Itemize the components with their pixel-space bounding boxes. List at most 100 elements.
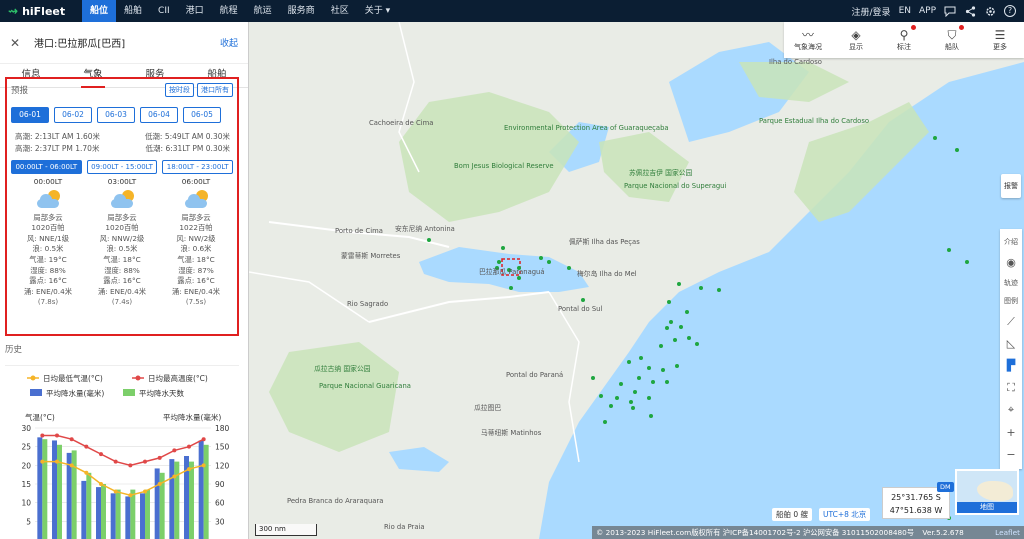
- map-canvas: [249, 22, 1024, 539]
- ship-marker[interactable]: [661, 368, 665, 372]
- ship-marker[interactable]: [427, 238, 431, 242]
- map-label: Parque Nacional do Superagui: [624, 182, 727, 190]
- share-icon[interactable]: [964, 5, 976, 17]
- track-tool[interactable]: 轨迹: [1004, 278, 1018, 288]
- ship-marker[interactable]: [501, 246, 505, 250]
- ship-marker[interactable]: [673, 338, 677, 342]
- app-link[interactable]: APP: [919, 6, 936, 16]
- annotate-tool[interactable]: ⚲ 标注: [880, 22, 928, 58]
- nav-item-port[interactable]: 港口: [178, 0, 212, 22]
- date-tab[interactable]: 06-01: [11, 107, 49, 123]
- ship-marker[interactable]: [631, 406, 635, 410]
- ship-marker[interactable]: [539, 256, 543, 260]
- nav-item-ship[interactable]: 船舶: [116, 0, 150, 22]
- time-slot[interactable]: 09:00LT - 15:00LT: [86, 160, 158, 174]
- ship-marker[interactable]: [665, 326, 669, 330]
- collapse-button[interactable]: 收起: [220, 36, 238, 49]
- ship-marker[interactable]: [651, 380, 655, 384]
- more-tool[interactable]: ☰ 更多: [976, 22, 1024, 58]
- ship-marker[interactable]: [659, 344, 663, 348]
- chat-icon[interactable]: [944, 5, 956, 17]
- port-all-button[interactable]: 港口所有: [197, 83, 233, 97]
- ship-marker[interactable]: [649, 414, 653, 418]
- flag-icon[interactable]: ▛: [1007, 359, 1015, 372]
- nav-item-voyage[interactable]: 航程: [212, 0, 246, 22]
- ship-marker[interactable]: [627, 360, 631, 364]
- help-icon[interactable]: ?: [1004, 5, 1016, 17]
- date-tab[interactable]: 06-05: [183, 107, 221, 123]
- time-slot[interactable]: 00:00LT - 06:00LT: [11, 160, 82, 174]
- y-tick-right: 90: [215, 480, 225, 489]
- ship-marker[interactable]: [675, 364, 679, 368]
- nav-item-about[interactable]: 关于 ▾: [357, 0, 398, 22]
- ship-marker[interactable]: [603, 420, 607, 424]
- angle-icon[interactable]: ◺: [1007, 337, 1015, 350]
- coord-mode-toggle[interactable]: DM: [937, 482, 954, 492]
- brand-logo[interactable]: ⇝ hiFleet: [0, 4, 82, 18]
- ship-marker[interactable]: [669, 320, 673, 324]
- ship-marker[interactable]: [947, 248, 951, 252]
- ship-marker[interactable]: [699, 286, 703, 290]
- ruler-icon[interactable]: ⟋: [1007, 315, 1015, 329]
- ship-marker[interactable]: [633, 390, 637, 394]
- ship-marker[interactable]: [647, 366, 651, 370]
- date-tab[interactable]: 06-02: [54, 107, 92, 123]
- ship-marker[interactable]: [667, 300, 671, 304]
- park-area: [399, 92, 579, 222]
- settings-icon[interactable]: [984, 5, 996, 17]
- zoom-out-icon[interactable]: −: [1006, 448, 1015, 461]
- ship-marker[interactable]: [677, 282, 681, 286]
- ship-marker[interactable]: [599, 394, 603, 398]
- utc-selector[interactable]: UTC+8 北京: [819, 508, 871, 521]
- locate-icon[interactable]: ⌖: [1008, 403, 1014, 417]
- nav-item-service[interactable]: 服务商: [280, 0, 323, 22]
- ship-marker[interactable]: [567, 266, 571, 270]
- ship-marker[interactable]: [717, 288, 721, 292]
- minimap[interactable]: 地图: [955, 469, 1019, 515]
- nav-item-cii[interactable]: CII: [150, 0, 178, 22]
- nav-item-shipping[interactable]: 航运: [246, 0, 280, 22]
- ship-marker[interactable]: [629, 400, 633, 404]
- ship-marker[interactable]: [615, 396, 619, 400]
- language-switch[interactable]: EN: [899, 6, 911, 16]
- ship-marker[interactable]: [609, 404, 613, 408]
- ship-marker[interactable]: [619, 382, 623, 386]
- ship-marker[interactable]: [695, 342, 699, 346]
- ship-marker[interactable]: [581, 298, 585, 302]
- fullscreen-icon[interactable]: ⛶: [1007, 381, 1015, 395]
- by-period-button[interactable]: 按时段: [165, 83, 194, 97]
- map-toolbar: 〰 气象海况 ◈ 显示 ⚲ 标注 ⛉ 船队 ☰ 更多: [784, 22, 1024, 58]
- date-tab[interactable]: 06-03: [97, 107, 135, 123]
- time-slot[interactable]: 18:00LT - 23:00LT: [162, 160, 234, 174]
- ship-marker[interactable]: [637, 376, 641, 380]
- report-button[interactable]: 报警: [1001, 174, 1021, 198]
- ship-marker[interactable]: [965, 260, 969, 264]
- legend-tool[interactable]: 图例: [1004, 296, 1018, 306]
- ship-marker[interactable]: [955, 148, 959, 152]
- fleet-tool[interactable]: ⛉ 船队: [928, 22, 976, 58]
- ship-marker[interactable]: [933, 136, 937, 140]
- login-link[interactable]: 注册/登录: [852, 5, 891, 18]
- zoom-in-icon[interactable]: +: [1006, 426, 1015, 439]
- ship-marker[interactable]: [685, 310, 689, 314]
- ship-marker[interactable]: [509, 286, 513, 290]
- ship-marker[interactable]: [547, 260, 551, 264]
- ship-marker[interactable]: [591, 376, 595, 380]
- close-icon[interactable]: ✕: [10, 36, 24, 50]
- ship-marker[interactable]: [679, 325, 683, 329]
- leaflet-link[interactable]: Leaflet: [995, 526, 1020, 539]
- ship-marker[interactable]: [665, 380, 669, 384]
- nav-item-community[interactable]: 社区: [323, 0, 357, 22]
- ship-marker[interactable]: [639, 356, 643, 360]
- display-tool[interactable]: ◈ 显示: [832, 22, 880, 58]
- ship-marker[interactable]: [517, 276, 521, 280]
- date-tab[interactable]: 06-04: [140, 107, 178, 123]
- map-view[interactable]: Ilha do Cardoso Parque Estadual Ilha do …: [249, 22, 1024, 539]
- ship-marker[interactable]: [647, 396, 651, 400]
- intro-tool[interactable]: 介绍: [1004, 237, 1018, 247]
- eye-icon[interactable]: ◉: [1006, 256, 1016, 269]
- weather-tool[interactable]: 〰 气象海况: [784, 22, 832, 58]
- ship-marker[interactable]: [497, 260, 501, 264]
- ship-marker[interactable]: [687, 336, 691, 340]
- nav-item-position[interactable]: 船位: [82, 0, 117, 22]
